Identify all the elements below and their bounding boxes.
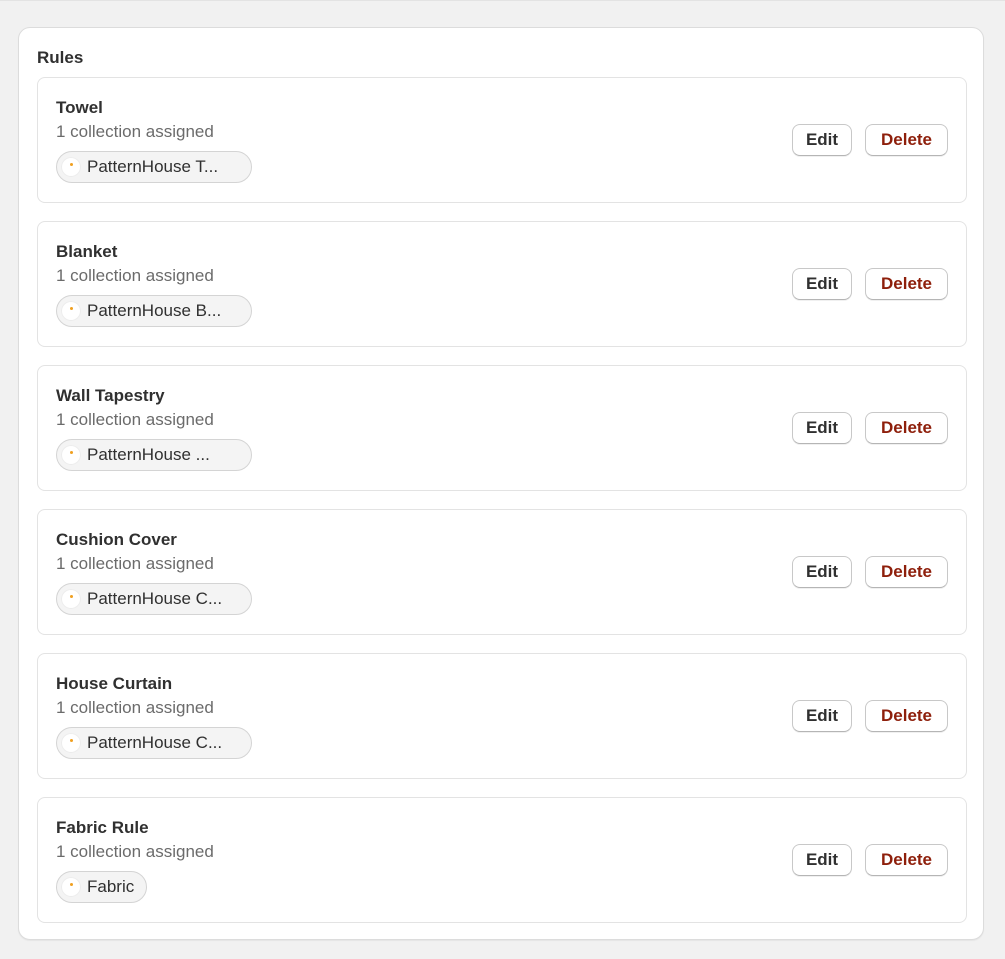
collection-chip-label: PatternHouse ... [87, 445, 210, 464]
edit-button[interactable]: Edit [792, 268, 852, 300]
rule-collection-count: 1 collection assigned [56, 698, 214, 717]
collection-chip: Fabric [56, 871, 148, 903]
rule-name: Fabric Rule [56, 818, 149, 837]
delete-button[interactable]: Delete [865, 556, 948, 588]
collection-chip: PatternHouse B... [56, 295, 252, 327]
edit-button[interactable]: Edit [792, 412, 852, 444]
rule-collection-count: 1 collection assigned [56, 122, 214, 141]
collection-chip-label: PatternHouse T... [87, 157, 219, 176]
edit-button[interactable]: Edit [792, 700, 852, 732]
rule-item-house-curtain: House Curtain 1 collection assigned Patt… [37, 653, 967, 779]
rule-item-cushion-cover: Cushion Cover 1 collection assigned Patt… [37, 509, 967, 635]
collection-thumbnail-icon [61, 589, 81, 609]
collection-chip-label: PatternHouse C... [87, 589, 223, 608]
rule-name: Cushion Cover [56, 530, 177, 549]
rule-item-blanket: Blanket 1 collection assigned PatternHou… [37, 221, 967, 347]
rules-card: Rules Towel 1 collection assigned Patter… [18, 27, 984, 940]
delete-button[interactable]: Delete [865, 268, 948, 300]
rule-name: Wall Tapestry [56, 386, 165, 405]
edit-button[interactable]: Edit [792, 556, 852, 588]
collection-thumbnail-icon [61, 877, 81, 897]
rule-collection-count: 1 collection assigned [56, 410, 214, 429]
rules-list: Towel 1 collection assigned PatternHouse… [37, 77, 967, 941]
rules-card-title: Rules [37, 48, 84, 67]
edit-button[interactable]: Edit [792, 124, 852, 156]
collection-chip: PatternHouse C... [56, 583, 252, 615]
rule-collection-count: 1 collection assigned [56, 266, 214, 285]
rule-name: Towel [56, 98, 103, 117]
collection-chip: PatternHouse T... [56, 151, 252, 183]
collection-thumbnail-icon [61, 157, 81, 177]
delete-button[interactable]: Delete [865, 700, 948, 732]
rule-collection-count: 1 collection assigned [56, 842, 214, 861]
collection-chip: PatternHouse C... [56, 727, 252, 759]
collection-chip: PatternHouse ... [56, 439, 252, 471]
edit-button[interactable]: Edit [792, 844, 852, 876]
rule-item-wall-tapestry: Wall Tapestry 1 collection assigned Patt… [37, 365, 967, 491]
rule-item-fabric-rule: Fabric Rule 1 collection assigned Fabric… [37, 797, 967, 923]
page-top-divider [0, 0, 1005, 1]
collection-chip-label: Fabric [87, 877, 135, 896]
collection-thumbnail-icon [61, 445, 81, 465]
delete-button[interactable]: Delete [865, 124, 948, 156]
rule-name: House Curtain [56, 674, 173, 693]
collection-thumbnail-icon [61, 733, 81, 753]
collection-thumbnail-icon [61, 301, 81, 321]
collection-chip-label: PatternHouse B... [87, 301, 222, 320]
delete-button[interactable]: Delete [865, 412, 948, 444]
rule-collection-count: 1 collection assigned [56, 554, 214, 573]
collection-chip-label: PatternHouse C... [87, 733, 223, 752]
rule-name: Blanket [56, 242, 118, 261]
delete-button[interactable]: Delete [865, 844, 948, 876]
rule-item-towel: Towel 1 collection assigned PatternHouse… [37, 77, 967, 203]
